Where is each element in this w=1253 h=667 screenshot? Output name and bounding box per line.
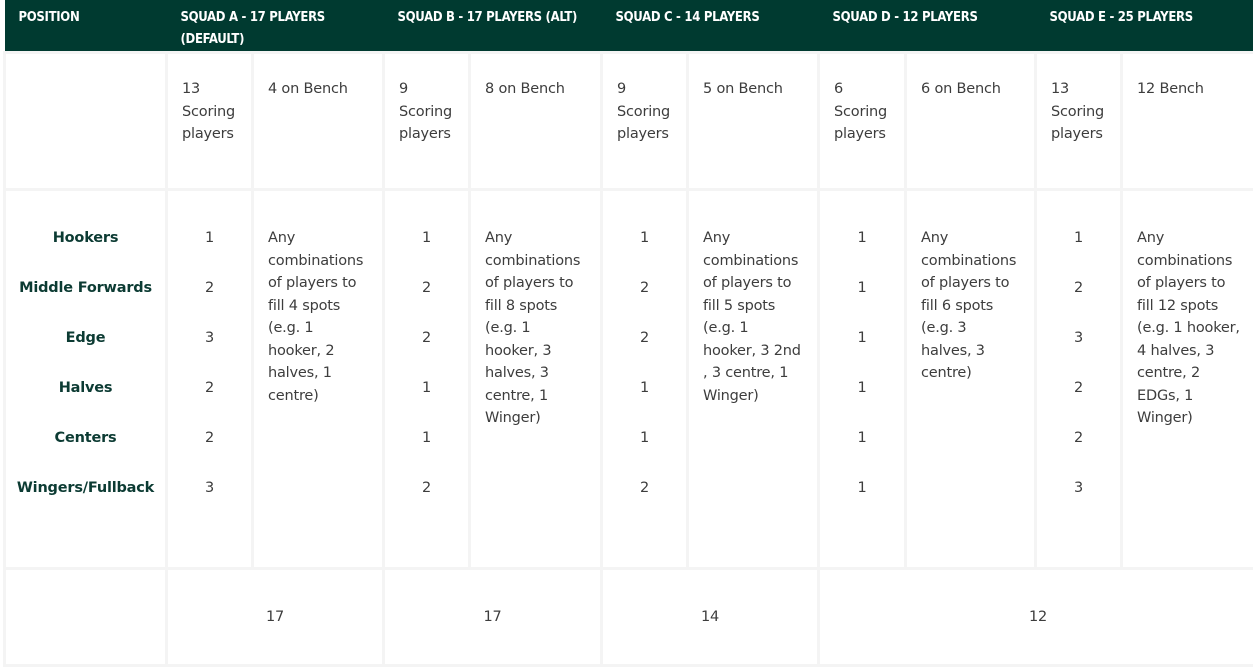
count-value: 1 (617, 377, 672, 427)
squad-e-bench: 12 Bench (1122, 53, 1253, 190)
summary-blank-cell (5, 53, 167, 190)
squad-d-counts: 1 1 1 1 1 1 (819, 190, 906, 569)
header-squad-b: SQUAD B - 17 PLAYERS (ALT) (384, 0, 602, 53)
count-value: 2 (1051, 377, 1106, 427)
count-value: 2 (399, 477, 454, 527)
squad-c-bench: 5 on Bench (688, 53, 819, 190)
count-value: 2 (182, 277, 237, 327)
count-value: 1 (399, 227, 454, 277)
count-value: 2 (617, 327, 672, 377)
squad-b-total: 17 (384, 569, 602, 666)
squad-table: POSITION SQUAD A - 17 PLAYERS (DEFAULT) … (3, 0, 1253, 667)
count-value: 1 (399, 377, 454, 427)
count-value: 2 (399, 327, 454, 377)
squad-d-scoring: 6 Scoring players (819, 53, 906, 190)
header-position: POSITION (5, 0, 167, 53)
count-value: 3 (182, 327, 237, 377)
squad-c-counts: 1 2 2 1 1 2 (602, 190, 688, 569)
totals-blank-cell (5, 569, 167, 666)
squad-b-counts: 1 2 2 1 1 2 (384, 190, 470, 569)
squad-a-bench-note: Any combinations of players to fill 4 sp… (253, 190, 384, 569)
squad-c-scoring: 9 Scoring players (602, 53, 688, 190)
count-value: 2 (182, 377, 237, 427)
count-value: 3 (1051, 327, 1106, 377)
header-squad-d: SQUAD D - 12 PLAYERS (819, 0, 1036, 53)
count-value: 2 (1051, 277, 1106, 327)
squad-b-bench: 8 on Bench (470, 53, 602, 190)
count-value: 1 (834, 427, 890, 477)
squad-d-bench-note: Any combinations of players to fill 6 sp… (906, 190, 1036, 569)
squad-b-bench-note: Any combinations of players to fill 8 sp… (470, 190, 602, 569)
count-value: 1 (834, 477, 890, 527)
header-squad-e: SQUAD E - 25 PLAYERS (1036, 0, 1253, 53)
squad-a-total: 17 (167, 569, 384, 666)
squad-c-total: 14 (602, 569, 819, 666)
position-label: Wingers/Fullback (8, 477, 163, 527)
position-list: Hookers Middle Forwards Edge Halves Cent… (5, 190, 167, 569)
squad-c-bench-note: Any combinations of players to fill 5 sp… (688, 190, 819, 569)
count-value: 1 (617, 427, 672, 477)
position-label: Halves (8, 377, 163, 427)
position-label: Centers (8, 427, 163, 477)
squad-e-bench-note: Any combinations of players to fill 12 s… (1122, 190, 1253, 569)
squad-a-bench: 4 on Bench (253, 53, 384, 190)
count-value: 1 (834, 227, 890, 277)
position-label: Edge (8, 327, 163, 377)
squad-d-bench: 6 on Bench (906, 53, 1036, 190)
header-squad-a: SQUAD A - 17 PLAYERS (DEFAULT) (167, 0, 384, 53)
squad-a-counts: 1 2 3 2 2 3 (167, 190, 253, 569)
count-value: 1 (834, 327, 890, 377)
squad-b-scoring: 9 Scoring players (384, 53, 470, 190)
breakdown-row: Hookers Middle Forwards Edge Halves Cent… (5, 190, 1253, 569)
count-value: 1 (182, 227, 237, 277)
totals-row: 17 17 14 12 (5, 569, 1253, 666)
count-value: 1 (834, 277, 890, 327)
squad-e-counts: 1 2 3 2 2 3 (1036, 190, 1122, 569)
count-value: 2 (182, 427, 237, 477)
count-value: 1 (1051, 227, 1106, 277)
count-value: 1 (399, 427, 454, 477)
count-value: 3 (1051, 477, 1106, 527)
count-value: 2 (399, 277, 454, 327)
count-value: 2 (617, 477, 672, 527)
count-value: 3 (182, 477, 237, 527)
count-value: 1 (834, 377, 890, 427)
header-row: POSITION SQUAD A - 17 PLAYERS (DEFAULT) … (5, 0, 1253, 53)
position-label: Middle Forwards (8, 277, 163, 327)
squad-e-scoring: 13 Scoring players (1036, 53, 1122, 190)
header-squad-c: SQUAD C - 14 PLAYERS (602, 0, 819, 53)
count-value: 2 (617, 277, 672, 327)
squad-d-total: 12 (819, 569, 1253, 666)
summary-row: 13 Scoring players 4 on Bench 9 Scoring … (5, 53, 1253, 190)
count-value: 1 (617, 227, 672, 277)
count-value: 2 (1051, 427, 1106, 477)
squad-a-scoring: 13 Scoring players (167, 53, 253, 190)
position-label: Hookers (8, 227, 163, 277)
